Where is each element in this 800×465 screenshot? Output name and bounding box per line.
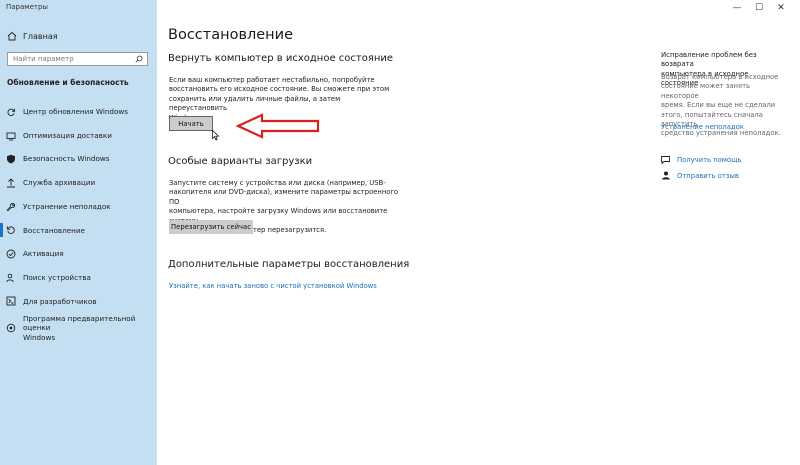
upload-icon: [7, 178, 15, 188]
sidebar-item-label: Безопасность Windows: [23, 154, 110, 164]
advanced-line: накопителя или DVD-диска), измените пара…: [169, 188, 399, 206]
sidebar-item-label: Программа предварительной оценки Windows: [23, 314, 157, 343]
home-label: Главная: [23, 31, 58, 41]
maximize-button[interactable]: ☐: [748, 0, 770, 16]
related-text-line: время. Если вы еще не сделали: [661, 101, 776, 110]
annotation-arrow: [236, 113, 320, 139]
restart-now-button[interactable]: Перезагрузить сейчас: [169, 220, 253, 234]
sidebar-item-windows-security[interactable]: Безопасность Windows: [0, 147, 157, 171]
related-text-line: состояние может занять некоторое: [661, 82, 751, 100]
home-nav-item[interactable]: Главная: [7, 31, 58, 41]
developer-icon: [6, 296, 16, 306]
delivery-icon: [6, 132, 16, 140]
sidebar-item-recovery[interactable]: Восстановление: [0, 218, 157, 242]
related-title-line: Исправление проблем без возврата: [661, 51, 757, 69]
help-chat-icon: [661, 156, 670, 164]
search-icon[interactable]: [135, 55, 143, 63]
send-feedback-link[interactable]: Отправить отзыв: [677, 172, 739, 180]
troubleshoot-link[interactable]: Устранение неполадок: [661, 123, 744, 131]
shield-icon: [7, 155, 15, 164]
sidebar-item-delivery-optimization[interactable]: Оптимизация доставки: [0, 124, 157, 148]
reset-line: Если ваш компьютер работает нестабильно,…: [169, 76, 375, 84]
fresh-start-link[interactable]: Узнайте, как начать заново с чистой уста…: [169, 282, 377, 290]
reset-line: сохранить или удалить личные файлы, а за…: [169, 94, 341, 113]
reset-start-button[interactable]: Начать: [169, 116, 213, 131]
sidebar-item-label: Восстановление: [23, 225, 85, 235]
close-button[interactable]: ✕: [770, 0, 792, 16]
sidebar-item-label: Центр обновления Windows: [23, 107, 128, 117]
insider-label-line2: Windows: [23, 332, 56, 342]
recovery-icon: [6, 226, 15, 235]
wrench-icon: [6, 202, 16, 211]
insider-label-line1: Программа предварительной оценки: [23, 313, 136, 333]
page-title: Восстановление: [168, 27, 294, 43]
sidebar-item-developers[interactable]: Для разработчиков: [0, 290, 157, 314]
reset-heading: Вернуть компьютер в исходное состояние: [168, 53, 394, 64]
mouse-cursor-icon: [212, 130, 220, 141]
sync-icon: [7, 108, 16, 116]
reset-line: восстановить его исходное состояние. Вы …: [169, 85, 390, 94]
advanced-startup-heading: Особые варианты загрузки: [168, 156, 313, 167]
sidebar-item-label: Устранение неполадок: [23, 201, 111, 211]
sidebar-item-backup[interactable]: Служба архивации: [0, 171, 157, 195]
sidebar-item-label: Поиск устройства: [23, 272, 91, 282]
sidebar-item-label: Для разработчиков: [23, 296, 97, 306]
app-title: Параметры: [6, 3, 48, 11]
sidebar-item-label: Служба архивации: [23, 178, 96, 188]
sidebar: Параметры Главная Найти параметр Обновле…: [0, 0, 157, 465]
search-placeholder: Найти параметр: [13, 55, 74, 63]
sidebar-item-activation[interactable]: Активация: [0, 242, 157, 266]
feedback-icon: [662, 171, 670, 180]
sidebar-item-label: Оптимизация доставки: [23, 130, 112, 140]
sidebar-item-troubleshoot[interactable]: Устранение неполадок: [0, 195, 157, 219]
insider-icon: [6, 323, 16, 333]
check-circle-icon: [6, 249, 16, 259]
sidebar-item-insider[interactable]: Программа предварительной оценки Windows: [0, 313, 157, 343]
person-search-icon: [6, 273, 14, 282]
get-help-link[interactable]: Получить помощь: [677, 156, 742, 164]
section-title: Обновление и безопасность: [7, 78, 129, 87]
sidebar-item-find-device[interactable]: Поиск устройства: [0, 266, 157, 290]
sidebar-nav: Центр обновления Windows Оптимизация дос…: [0, 100, 157, 343]
related-text-line: Возврат компьютера в исходное: [661, 73, 779, 81]
search-input[interactable]: Найти параметр: [7, 52, 148, 66]
advanced-line: Запустите систему с устройства или диска…: [169, 179, 386, 187]
sidebar-item-label: Активация: [23, 249, 64, 259]
sidebar-item-windows-update[interactable]: Центр обновления Windows: [0, 100, 157, 124]
home-icon: [7, 31, 17, 41]
minimize-button[interactable]: —: [726, 0, 748, 16]
more-recovery-heading: Дополнительные параметры восстановления: [168, 259, 410, 270]
